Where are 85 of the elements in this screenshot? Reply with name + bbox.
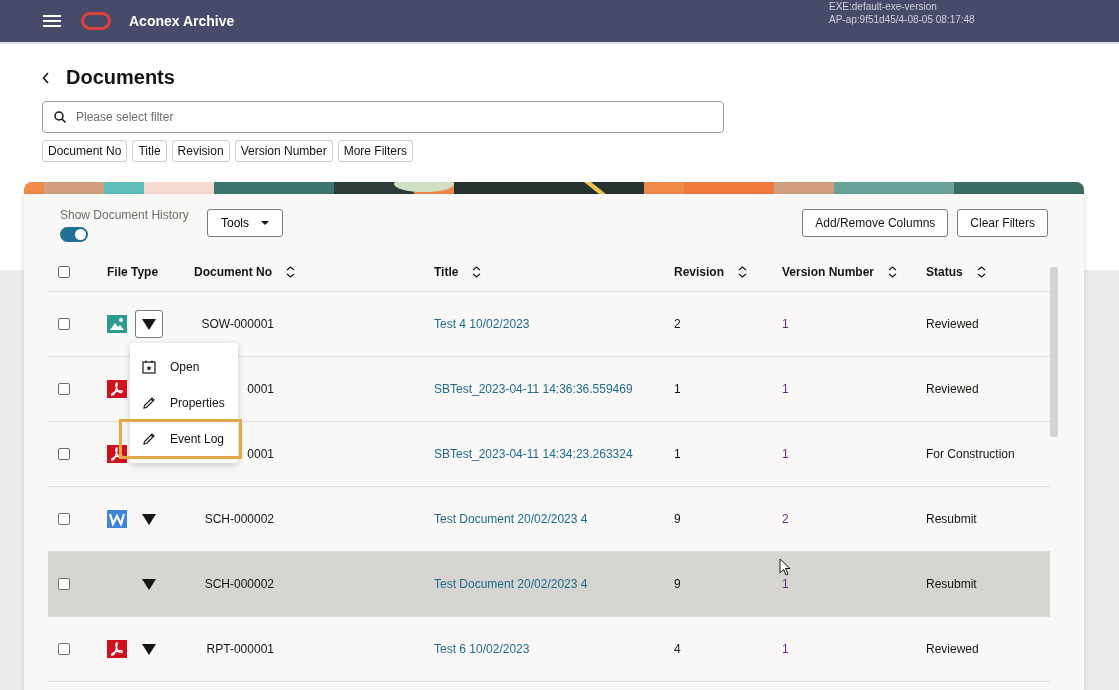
caret-icon	[142, 643, 156, 655]
document-number: RPT-000001	[205, 642, 274, 656]
filter-chip[interactable]: Document No	[42, 140, 128, 162]
caret-icon	[142, 578, 156, 590]
document-number: SCH-000002	[203, 512, 274, 526]
row-checkbox[interactable]	[58, 383, 70, 395]
sort-icon[interactable]	[976, 266, 986, 278]
status-text: Resubmit	[926, 577, 977, 591]
app-title: Aconex Archive	[129, 13, 236, 29]
row-checkbox[interactable]	[58, 643, 70, 655]
filter-field[interactable]: Please select filter	[42, 101, 724, 133]
caret-icon	[261, 221, 269, 225]
page-title: Documents	[66, 66, 175, 89]
sort-icon[interactable]	[738, 266, 747, 278]
revision-text: 1	[674, 447, 681, 461]
pencil-icon	[142, 432, 156, 446]
status-text: Resubmit	[926, 512, 977, 526]
version-text: EXE:default-exe-version	[829, 0, 938, 13]
status-text: Reviewed	[926, 382, 979, 396]
pencil-icon	[142, 396, 156, 410]
image-icon	[107, 315, 127, 333]
dropdown-button[interactable]	[135, 310, 163, 338]
column-header[interactable]: Status	[926, 265, 963, 279]
version-link[interactable]: 1	[782, 447, 789, 461]
select-all-checkbox[interactable]	[58, 266, 70, 278]
revision-text: 9	[674, 512, 681, 526]
status-text: Reviewed	[926, 317, 979, 331]
document-number: 0001	[246, 382, 274, 396]
title-link[interactable]: SBTest_2023-04-11 14:36:36.559469	[434, 382, 633, 396]
filter-chip[interactable]: Title	[132, 140, 167, 162]
column-header[interactable]: Title	[434, 265, 459, 279]
version-link[interactable]: 2	[782, 512, 789, 526]
caret-icon	[142, 513, 156, 525]
pdf-icon	[107, 640, 127, 658]
document-number: 0001	[246, 447, 274, 461]
toggle-switch[interactable]	[60, 227, 88, 242]
row-checkbox[interactable]	[58, 513, 70, 525]
title-link[interactable]: Test Document 20/02/2023 4	[434, 512, 588, 526]
filter-chip[interactable]: Version Number	[234, 140, 333, 162]
sort-icon[interactable]	[286, 266, 295, 278]
document-number: SCH-000002	[203, 577, 274, 591]
row-checkbox[interactable]	[58, 318, 70, 330]
title-link[interactable]: SBTest_2023-04-11 14:34:23.263324	[434, 447, 633, 461]
revision-text: 9	[674, 577, 681, 591]
scrollbar[interactable]	[1050, 267, 1058, 437]
title-link[interactable]: Test 6 10/02/2023	[434, 642, 530, 656]
version-link[interactable]: 1	[782, 642, 789, 656]
calendar-icon	[142, 360, 156, 374]
menu-item[interactable]: Open	[130, 349, 238, 385]
version-link[interactable]: 1	[782, 382, 789, 396]
sort-icon[interactable]	[472, 266, 482, 278]
column-header[interactable]: Document No	[194, 265, 272, 279]
pdf-icon	[107, 380, 127, 398]
column-header[interactable]: Revision	[674, 265, 724, 279]
menu-item[interactable]: Properties	[130, 385, 238, 421]
revision-text: 4	[674, 642, 681, 656]
column-header: File Type	[107, 265, 159, 279]
toolbar-button[interactable]: Add/Remove Columns	[802, 209, 949, 237]
sort-icon[interactable]	[888, 266, 898, 278]
search-icon	[54, 111, 66, 123]
toolbar-button[interactable]: Clear Filters	[957, 209, 1048, 237]
toggle-label: Show Document History	[60, 208, 190, 222]
status-text: For Construction	[926, 447, 1015, 461]
status-text: Reviewed	[926, 642, 979, 656]
back-icon[interactable]	[42, 71, 50, 84]
tools-button[interactable]: Tools	[207, 209, 283, 237]
title-link[interactable]: Test 4 10/02/2023	[434, 317, 530, 331]
logo-icon	[81, 12, 111, 30]
revision-text: 1	[674, 382, 681, 396]
column-header[interactable]: Version Number	[782, 265, 875, 279]
filter-chip[interactable]: Revision	[171, 140, 230, 162]
menu-item[interactable]: Event Log	[121, 421, 240, 457]
version-link[interactable]: 1	[782, 317, 789, 331]
menu-icon[interactable]	[43, 14, 61, 28]
version-text: AP-ap:9f51d45/4-08-05 08:17:48	[829, 13, 976, 26]
version-link[interactable]: 1	[782, 577, 789, 591]
filter-chip[interactable]: More Filters	[337, 140, 414, 162]
row-checkbox[interactable]	[58, 578, 70, 590]
revision-text: 2	[674, 317, 681, 331]
word-icon	[107, 510, 127, 528]
document-number: SOW-000001	[200, 317, 274, 331]
cursor-icon	[779, 558, 791, 576]
row-checkbox[interactable]	[58, 448, 70, 460]
title-link[interactable]: Test Document 20/02/2023 4	[434, 577, 588, 591]
caret-icon	[142, 318, 156, 330]
